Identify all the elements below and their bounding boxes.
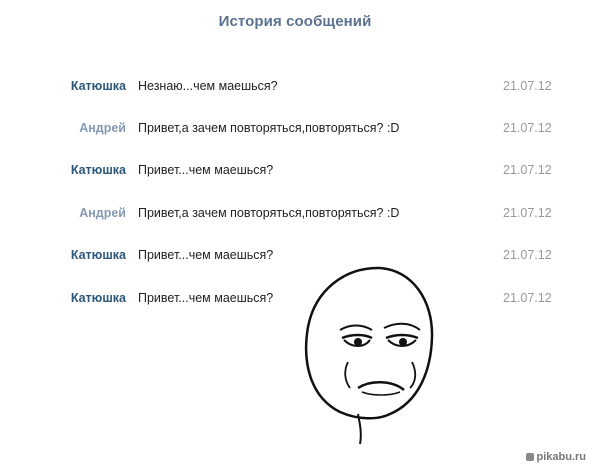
message-sender[interactable]: Катюшка [16, 76, 126, 96]
message-sender[interactable]: Андрей [16, 118, 126, 138]
message-text: Привет,а зачем повторяться,повторяться? … [138, 206, 400, 220]
message-text: Привет...чем маешься? [138, 163, 274, 177]
message-row[interactable]: Катюшка Привет...чем маешься? 21.07.12 [0, 288, 590, 308]
message-date: 21.07.12 [503, 121, 552, 135]
watermark-text: pikabu.ru [536, 451, 586, 463]
message-sender[interactable]: Катюшка [16, 160, 126, 180]
message-sender[interactable]: Андрей [16, 203, 126, 223]
message-date: 21.07.12 [503, 291, 552, 305]
message-text: Привет...чем маешься? [138, 248, 274, 262]
message-sender[interactable]: Катюшка [16, 288, 126, 308]
are-you-serious-face-icon [304, 266, 434, 445]
message-text: Привет,а зачем повторяться,повторяться? … [138, 121, 400, 135]
message-row[interactable]: Катюшка Незнаю...чем маешься? 21.07.12 [0, 76, 590, 96]
message-date: 21.07.12 [503, 248, 552, 262]
message-sender[interactable]: Катюшка [16, 245, 126, 265]
pikabu-logo-icon [526, 453, 535, 461]
watermark: pikabu.ru [526, 451, 586, 463]
message-text: Незнаю...чем маешься? [138, 79, 278, 93]
message-row[interactable]: Андрей Привет,а зачем повторяться,повтор… [0, 203, 590, 223]
message-date: 21.07.12 [503, 163, 552, 177]
message-date: 21.07.12 [503, 79, 552, 93]
message-row[interactable]: Андрей Привет,а зачем повторяться,повтор… [0, 118, 590, 138]
message-row[interactable]: Катюшка Привет...чем маешься? 21.07.12 [0, 160, 590, 180]
message-text: Привет...чем маешься? [138, 291, 274, 305]
page-title: История сообщений [218, 13, 372, 30]
message-row[interactable]: Катюшка Привет...чем маешься? 21.07.12 [0, 245, 590, 265]
message-date: 21.07.12 [503, 206, 552, 220]
